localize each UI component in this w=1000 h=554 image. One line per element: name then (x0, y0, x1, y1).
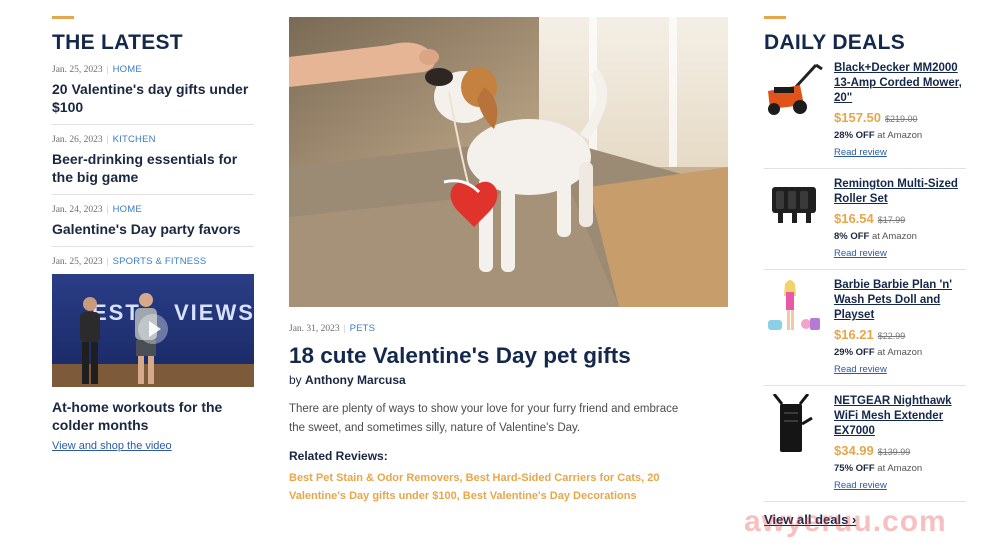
video-wall-text: VIEWS (174, 300, 254, 325)
video-title[interactable]: At-home workouts for the colder months (52, 398, 254, 434)
presenter-figure-icon (80, 297, 100, 384)
story-meta: Jan. 24, 2023 | HOME (52, 204, 254, 216)
video-story[interactable]: Jan. 25, 2023 | SPORTS & FITNESS EST VIEWS (52, 247, 254, 454)
site-watermark: awyeruu.com (744, 505, 947, 538)
meta-separator: | (106, 205, 109, 215)
latest-column: THE LATEST Jan. 25, 2023 | HOME 20 Valenti… (52, 16, 254, 454)
deal-price-row: $157.50 $219.00 (834, 110, 966, 127)
meta-separator: | (106, 257, 109, 267)
deal-discount-percent: 75% OFF (834, 463, 875, 474)
related-reviews-links[interactable]: Best Pet Stain & Odor Removers, Best Har… (289, 469, 699, 505)
article-category[interactable]: PETS (350, 323, 376, 334)
story-date: Jan. 25, 2023 (52, 257, 103, 267)
article-meta: Jan. 31, 2023 | PETS (289, 323, 728, 335)
story-meta: Jan. 25, 2023 | SPORTS & FITNESS (52, 256, 254, 268)
wifi-router-icon[interactable] (764, 393, 826, 493)
featured-article: Jan. 31, 2023 | PETS 18 cute Valentine's D… (289, 17, 728, 505)
related-reviews-heading: Related Reviews: (289, 449, 388, 463)
deal-price: $16.21 (834, 327, 874, 342)
deal-original-price: $22.99 (877, 331, 906, 341)
read-review-link[interactable]: Read review (834, 248, 887, 259)
deal-item[interactable]: NETGEAR Nighthawk WiFi Mesh Extender EX7… (764, 386, 966, 502)
meta-separator: | (343, 324, 346, 334)
meta-separator: | (106, 135, 109, 145)
deals-section-title: DAILY DEALS (764, 31, 905, 54)
deal-discount: 8% OFF at Amazon (834, 230, 966, 243)
play-icon[interactable] (138, 314, 168, 344)
deal-info: NETGEAR Nighthawk WiFi Mesh Extender EX7… (826, 394, 966, 493)
story-title[interactable]: Beer-drinking essentials for the big gam… (52, 150, 254, 186)
hair-rollers-icon[interactable] (764, 177, 826, 261)
story-title[interactable]: 20 Valentine's day gifts under $100 (52, 80, 254, 116)
deal-info: Black+Decker MM2000 13-Amp Corded Mower,… (826, 61, 966, 160)
article-date: Jan. 31, 2023 (289, 324, 340, 334)
deal-info: Barbie Barbie Plan 'n' Wash Pets Doll an… (826, 278, 966, 377)
story-meta: Jan. 25, 2023 | HOME (52, 64, 254, 76)
deal-discount: 75% OFF at Amazon (834, 462, 966, 475)
deal-item[interactable]: Black+Decker MM2000 13-Amp Corded Mower,… (764, 55, 966, 169)
deal-discount-percent: 28% OFF (834, 130, 875, 141)
deal-name[interactable]: Remington Multi-Sized Roller Set (834, 177, 966, 207)
deal-price-row: $16.21 $22.99 (834, 327, 966, 344)
story-category[interactable]: HOME (113, 64, 142, 75)
story-date: Jan. 26, 2023 (52, 135, 103, 145)
story-category[interactable]: HOME (113, 204, 142, 215)
deal-price: $157.50 (834, 110, 881, 125)
latest-story[interactable]: Jan. 26, 2023 | KITCHEN Beer-drinking esse… (52, 125, 254, 195)
story-category[interactable]: KITCHEN (113, 134, 156, 145)
author-name[interactable]: Anthony Marcusa (305, 373, 406, 387)
read-review-link[interactable]: Read review (834, 147, 887, 158)
section-accent-bar (764, 16, 786, 19)
latest-story[interactable]: Jan. 25, 2023 | HOME 20 Valentine's day gi… (52, 55, 254, 125)
video-thumbnail[interactable]: EST VIEWS (52, 274, 254, 387)
deal-price: $34.99 (834, 443, 874, 458)
deal-price-row: $16.54 $17.99 (834, 211, 966, 228)
deal-info: Remington Multi-Sized Roller Set $16.54 $… (826, 177, 966, 261)
byline-prefix: by (289, 373, 302, 387)
deal-name[interactable]: Black+Decker MM2000 13-Amp Corded Mower,… (834, 61, 966, 106)
deal-store: at Amazon (877, 347, 923, 358)
story-title[interactable]: Galentine's Day party favors (52, 220, 254, 238)
story-meta: Jan. 26, 2023 | KITCHEN (52, 134, 254, 146)
deal-name[interactable]: NETGEAR Nighthawk WiFi Mesh Extender EX7… (834, 394, 966, 439)
latest-story[interactable]: Jan. 24, 2023 | HOME Galentine's Day party… (52, 195, 254, 247)
deal-store: at Amazon (877, 463, 923, 474)
deal-original-price: $139.99 (877, 447, 911, 457)
deal-store: at Amazon (877, 130, 923, 141)
deal-discount-percent: 29% OFF (834, 347, 875, 358)
latest-section-title: THE LATEST (52, 31, 183, 54)
article-summary: There are plenty of ways to show your lo… (289, 403, 679, 434)
deal-price-row: $34.99 $139.99 (834, 443, 966, 460)
lawn-mower-icon[interactable] (764, 61, 826, 160)
story-category[interactable]: SPORTS & FITNESS (113, 256, 207, 267)
daily-deals-column: DAILY DEALS Black+Decker MM2000 13-Amp C… (764, 16, 966, 529)
deal-item[interactable]: Remington Multi-Sized Roller Set $16.54 $… (764, 169, 966, 270)
deal-original-price: $219.00 (885, 114, 918, 124)
deal-discount: 29% OFF at Amazon (834, 346, 966, 359)
story-date: Jan. 25, 2023 (52, 65, 103, 75)
deal-price: $16.54 (834, 211, 874, 226)
deal-discount: 28% OFF at Amazon (834, 129, 966, 142)
article-byline: by Anthony Marcusa (289, 373, 728, 387)
deal-name[interactable]: Barbie Barbie Plan 'n' Wash Pets Doll an… (834, 278, 966, 323)
section-accent-bar (52, 16, 74, 19)
deal-discount-percent: 8% OFF (834, 231, 870, 242)
view-video-link[interactable]: View and shop the video (52, 440, 172, 452)
deal-store: at Amazon (872, 231, 917, 242)
dog-photo-icon (289, 17, 728, 307)
deal-original-price: $17.99 (877, 215, 906, 225)
barbie-doll-icon[interactable] (764, 278, 826, 377)
deal-item[interactable]: Barbie Barbie Plan 'n' Wash Pets Doll an… (764, 270, 966, 386)
hero-image[interactable] (289, 17, 728, 307)
story-date: Jan. 24, 2023 (52, 205, 103, 215)
article-title[interactable]: 18 cute Valentine's Day pet gifts (289, 342, 728, 370)
read-review-link[interactable]: Read review (834, 364, 887, 375)
read-review-link[interactable]: Read review (834, 480, 887, 491)
meta-separator: | (106, 65, 109, 75)
